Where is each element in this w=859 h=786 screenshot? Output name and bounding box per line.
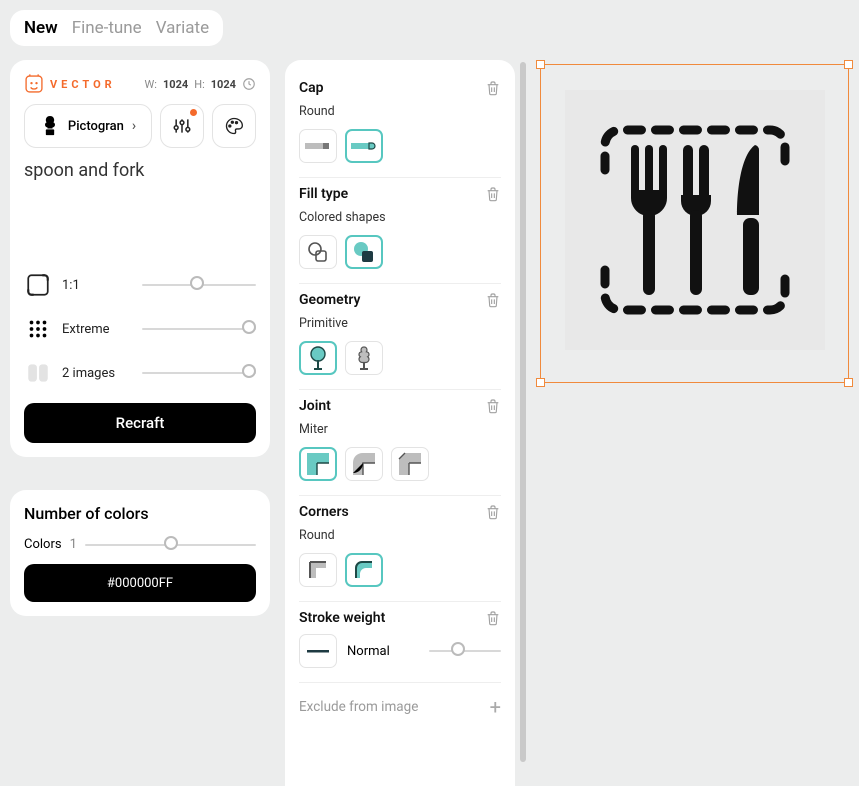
exclude-row[interactable]: Exclude from image +	[299, 683, 501, 719]
selection-handle-tr[interactable]	[844, 60, 853, 69]
settings-scrollbar[interactable]	[520, 62, 526, 762]
setting-cap: Cap Round	[299, 72, 501, 178]
generation-panel: VECTOR W: 1024 H: 1024 Pictogran ›	[10, 60, 270, 457]
corners-title: Corners	[299, 504, 349, 520]
dimensions[interactable]: W: 1024 H: 1024	[145, 77, 256, 91]
colors-title: Number of colors	[24, 504, 256, 523]
corners-opt-sharp[interactable]	[299, 553, 337, 587]
generated-image[interactable]	[565, 90, 825, 350]
style-chip-label: Pictogran	[68, 119, 124, 134]
fill-value: Colored shapes	[299, 210, 501, 225]
brand-icon	[24, 74, 44, 94]
joint-opt-bevel[interactable]	[391, 447, 429, 481]
color-code-button[interactable]: #000000FF	[24, 564, 256, 602]
joint-opt-miter[interactable]	[299, 447, 337, 481]
tab-new[interactable]: New	[24, 18, 58, 38]
stroke-preview[interactable]	[299, 634, 337, 668]
count-icon[interactable]	[24, 359, 52, 387]
geometry-opt-complex[interactable]	[345, 341, 383, 375]
count-slider[interactable]	[142, 370, 256, 376]
fill-opt-outline[interactable]	[299, 235, 337, 269]
colors-label: Colors	[24, 537, 62, 552]
count-label: 2 images	[62, 366, 132, 381]
fill-opt-colored[interactable]	[345, 235, 383, 269]
selection-handle-br[interactable]	[844, 378, 853, 387]
setting-joint: Joint Miter	[299, 390, 501, 496]
trash-icon[interactable]	[485, 80, 501, 96]
brand: VECTOR	[24, 74, 116, 94]
width-label: W:	[145, 78, 157, 91]
palette-icon	[224, 116, 244, 136]
tune-chip[interactable]	[160, 104, 204, 148]
tab-finetune[interactable]: Fine-tune	[72, 18, 142, 38]
joint-value: Miter	[299, 422, 501, 437]
colors-count: 1	[70, 537, 77, 552]
stroke-title: Stroke weight	[299, 610, 385, 626]
brand-label: VECTOR	[50, 78, 116, 91]
prompt-text[interactable]: spoon and fork	[24, 160, 256, 181]
palette-chip[interactable]	[212, 104, 256, 148]
exclude-label: Exclude from image	[299, 699, 418, 715]
plant-icon	[40, 114, 60, 138]
geometry-title: Geometry	[299, 292, 361, 308]
cap-title: Cap	[299, 80, 324, 96]
height-value: 1024	[211, 78, 236, 91]
style-settings-panel: Cap Round Fill type Colored shapes Geome…	[285, 60, 515, 786]
geometry-value: Primitive	[299, 316, 501, 331]
clock-icon	[242, 77, 256, 91]
aspect-icon[interactable]	[24, 271, 52, 299]
detail-label: Extreme	[62, 322, 132, 337]
trash-icon[interactable]	[485, 292, 501, 308]
trash-icon[interactable]	[485, 504, 501, 520]
selection-handle-tl[interactable]	[536, 60, 545, 69]
corners-opt-round[interactable]	[345, 553, 383, 587]
sliders-icon	[172, 116, 192, 136]
fill-title: Fill type	[299, 186, 348, 202]
joint-opt-round[interactable]	[345, 447, 383, 481]
aspect-label: 1:1	[62, 278, 132, 293]
plus-icon[interactable]: +	[490, 695, 501, 719]
selection-handle-bl[interactable]	[536, 378, 545, 387]
setting-geometry: Geometry Primitive	[299, 284, 501, 390]
trash-icon[interactable]	[485, 186, 501, 202]
setting-corners: Corners Round	[299, 496, 501, 602]
cap-opt-round[interactable]	[345, 129, 383, 163]
colors-slider[interactable]	[85, 542, 256, 548]
joint-title: Joint	[299, 398, 331, 414]
notification-dot	[190, 109, 197, 116]
width-value: 1024	[163, 78, 188, 91]
height-label: H:	[194, 78, 205, 91]
detail-icon[interactable]	[24, 315, 52, 343]
style-chip[interactable]: Pictogran ›	[24, 104, 152, 148]
recraft-button[interactable]: Recraft	[24, 403, 256, 443]
cap-value: Round	[299, 104, 501, 119]
stroke-slider[interactable]	[429, 648, 501, 654]
geometry-opt-primitive[interactable]	[299, 341, 337, 375]
tab-variate[interactable]: Variate	[156, 18, 209, 38]
stroke-value: Normal	[347, 644, 419, 659]
cap-opt-flat[interactable]	[299, 129, 337, 163]
cutlery-icon	[585, 110, 805, 330]
setting-stroke: Stroke weight Normal	[299, 602, 501, 683]
trash-icon[interactable]	[485, 610, 501, 626]
mode-tabs: New Fine-tune Variate	[10, 10, 223, 46]
colors-panel: Number of colors Colors 1 #000000FF	[10, 490, 270, 616]
trash-icon[interactable]	[485, 398, 501, 414]
corners-value: Round	[299, 528, 501, 543]
aspect-slider[interactable]	[142, 282, 256, 288]
chevron-right-icon: ›	[132, 118, 136, 134]
detail-slider[interactable]	[142, 326, 256, 332]
setting-fill: Fill type Colored shapes	[299, 178, 501, 284]
